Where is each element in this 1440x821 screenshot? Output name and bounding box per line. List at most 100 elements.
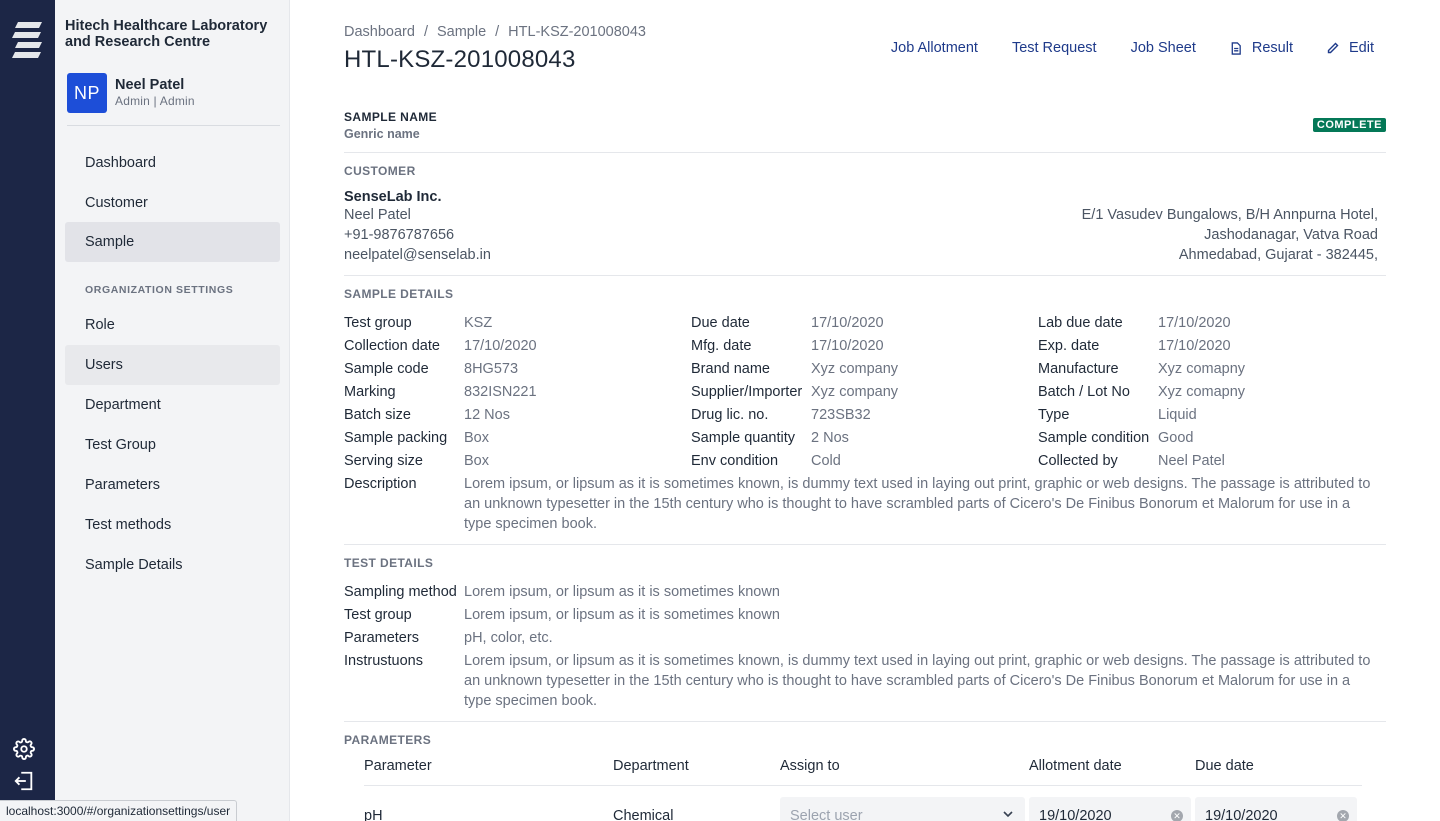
- detail-value: 8HG573: [464, 361, 519, 377]
- sample-name-label: SAMPLE NAME: [344, 110, 438, 124]
- detail-key: Type: [1038, 407, 1070, 423]
- detail-value: KSZ: [464, 315, 493, 331]
- detail-key: Marking: [344, 384, 396, 400]
- detail-key: Batch / Lot No: [1038, 384, 1130, 400]
- detail-value: Neel Patel: [1158, 453, 1225, 469]
- detail-value: 832ISN221: [464, 384, 537, 400]
- customer-address-line: Ahmedabad, Gujarat - 382445,: [1178, 247, 1378, 263]
- test-request-button[interactable]: Test Request: [1012, 39, 1097, 57]
- user-name: Neel Patel: [115, 77, 185, 93]
- detail-value: Cold: [811, 453, 841, 469]
- detail-key: Batch size: [344, 407, 411, 423]
- detail-value: 2 Nos: [811, 430, 849, 446]
- breadcrumb: Dashboard / Sample / HTL-KSZ-201008043: [344, 24, 646, 40]
- app-logo[interactable]: [12, 20, 44, 62]
- sidebar-item-sample[interactable]: Sample: [65, 222, 280, 262]
- test-details-section-title: TEST DETAILS: [344, 556, 434, 570]
- detail-value: Lorem ipsum, or lipsum as it is sometime…: [464, 584, 780, 600]
- column-header-parameter: Parameter: [364, 758, 432, 774]
- header-actions: Job Allotment Test Request Job Sheet Res…: [857, 39, 1374, 57]
- breadcrumb-sample[interactable]: Sample: [437, 24, 486, 40]
- clear-icon[interactable]: ✕: [1337, 810, 1349, 821]
- detail-key: Lab due date: [1038, 315, 1123, 331]
- customer-company: SenseLab Inc.: [344, 189, 442, 205]
- breadcrumb-separator: /: [495, 24, 500, 40]
- detail-key: Sample packing: [344, 430, 448, 446]
- detail-key: Exp. date: [1038, 338, 1100, 354]
- detail-value: Box: [464, 430, 489, 446]
- assign-user-select[interactable]: Select user: [780, 797, 1025, 821]
- customer-contact: Neel Patel: [344, 207, 411, 223]
- detail-key: Sample quantity: [691, 430, 795, 446]
- detail-value: pH, color, etc.: [464, 630, 553, 646]
- sidebar-item-test-methods[interactable]: Test methods: [65, 505, 280, 545]
- detail-key: Serving size: [344, 453, 423, 469]
- detail-value: Good: [1158, 430, 1194, 446]
- table-row: pH Chemical Select user 19/10/2020 ✕ 19/…: [364, 797, 1362, 821]
- divider: [344, 275, 1386, 276]
- sidebar: Hitech Healthcare Laboratory and Researc…: [55, 0, 290, 821]
- detail-value: Xyz comapny: [1158, 361, 1246, 377]
- edit-label: Edit: [1349, 40, 1374, 56]
- sidebar-item-parameters[interactable]: Parameters: [65, 465, 280, 505]
- document-icon: [1231, 41, 1241, 55]
- avatar[interactable]: NP: [67, 73, 107, 113]
- detail-value: 17/10/2020: [811, 338, 884, 354]
- job-sheet-button[interactable]: Job Sheet: [1131, 39, 1196, 57]
- detail-value: Lorem ipsum, or lipsum as it is sometime…: [464, 607, 780, 623]
- assign-user-placeholder: Select user: [790, 808, 863, 821]
- detail-key: Manufacture: [1038, 361, 1119, 377]
- due-date-input[interactable]: 19/10/2020 ✕: [1195, 797, 1357, 821]
- nav-section-title: ORGANIZATION SETTINGS: [85, 284, 234, 296]
- customer-phone: +91-9876787656: [344, 227, 455, 243]
- app-rail: [0, 0, 55, 821]
- sample-details-section-title: SAMPLE DETAILS: [344, 287, 454, 301]
- sidebar-item-customer[interactable]: Customer: [65, 183, 280, 223]
- allotment-date-value: 19/10/2020: [1039, 808, 1112, 821]
- divider: [344, 721, 1386, 722]
- logout-icon[interactable]: [13, 770, 35, 792]
- customer-address-line: Jashodanagar, Vatva Road: [1204, 227, 1378, 243]
- detail-key: Test group: [344, 315, 412, 331]
- due-date-value: 19/10/2020: [1205, 808, 1278, 821]
- detail-value: Xyz company: [811, 361, 899, 377]
- detail-key: Parameters: [344, 630, 419, 646]
- divider: [344, 544, 1386, 545]
- sample-name-value: Genric name: [344, 127, 420, 141]
- chevron-down-icon: [1003, 811, 1013, 818]
- sidebar-item-dashboard[interactable]: Dashboard: [65, 143, 280, 183]
- sidebar-item-sample-details[interactable]: Sample Details: [65, 545, 280, 585]
- parameter-department: Chemical: [613, 808, 674, 821]
- detail-key: Mfg. date: [691, 338, 752, 354]
- breadcrumb-current: HTL-KSZ-201008043: [508, 24, 646, 40]
- detail-key: Sample condition: [1038, 430, 1150, 446]
- column-header-allotment-date: Allotment date: [1029, 758, 1122, 774]
- detail-value: 17/10/2020: [464, 338, 537, 354]
- detail-key: Due date: [691, 315, 750, 331]
- detail-value: 723SB32: [811, 407, 871, 423]
- detail-value: 17/10/2020: [811, 315, 884, 331]
- customer-section-title: CUSTOMER: [344, 164, 416, 178]
- instructions-text: Lorem ipsum, or lipsum as it is sometime…: [464, 653, 1371, 709]
- sidebar-item-role[interactable]: Role: [65, 305, 280, 345]
- detail-key: Supplier/Importer: [691, 384, 803, 400]
- detail-value: Xyz company: [811, 384, 899, 400]
- gear-icon[interactable]: [13, 738, 35, 760]
- edit-button[interactable]: Edit: [1327, 39, 1374, 57]
- parameters-table-header: Parameter Department Assign to Allotment…: [364, 758, 1362, 786]
- sidebar-item-users[interactable]: Users: [65, 345, 280, 385]
- result-button[interactable]: Result: [1230, 39, 1293, 57]
- detail-value: 17/10/2020: [1158, 338, 1231, 354]
- parameter-name: pH: [364, 808, 383, 821]
- pencil-icon: [1327, 42, 1339, 54]
- sidebar-item-test-group[interactable]: Test Group: [65, 425, 280, 465]
- detail-key: Collected by: [1038, 453, 1118, 469]
- allotment-date-input[interactable]: 19/10/2020 ✕: [1029, 797, 1191, 821]
- job-allotment-button[interactable]: Job Allotment: [891, 39, 978, 57]
- sidebar-item-department[interactable]: Department: [65, 385, 280, 425]
- breadcrumb-dashboard[interactable]: Dashboard: [344, 24, 415, 40]
- detail-value: Liquid: [1158, 407, 1197, 423]
- detail-key: Drug lic. no.: [691, 407, 769, 423]
- clear-icon[interactable]: ✕: [1171, 810, 1183, 821]
- user-card[interactable]: NP Neel Patel Admin | Admin: [67, 73, 280, 126]
